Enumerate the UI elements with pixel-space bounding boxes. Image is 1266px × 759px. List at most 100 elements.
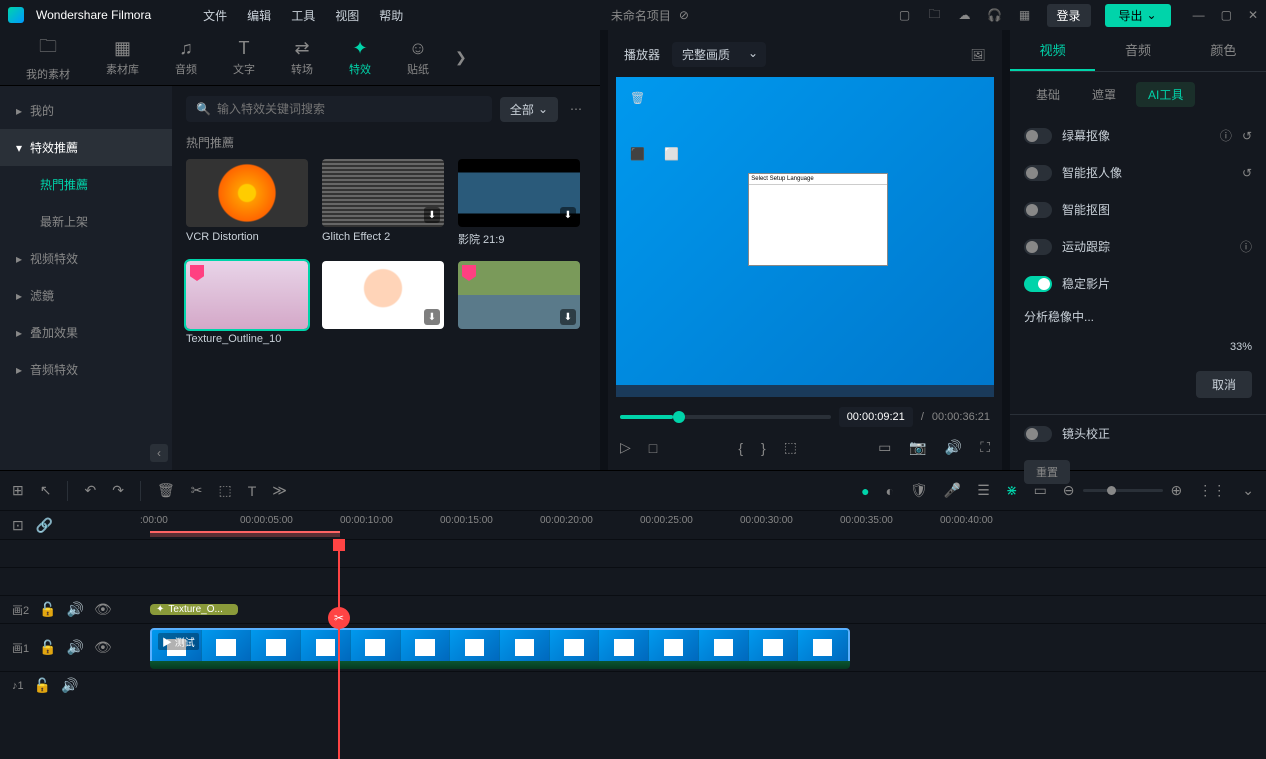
ai-button[interactable]: ● [861, 483, 869, 499]
device-icon[interactable]: ▢ [897, 7, 913, 23]
playhead-cut-button[interactable]: ✂ [328, 607, 350, 629]
sidebar-item-recommend[interactable]: ▾特效推薦 [0, 129, 172, 166]
shield-icon[interactable]: 🛡 [910, 482, 928, 499]
tab-audio[interactable]: ♫音频 [157, 32, 215, 83]
tab-text[interactable]: T文字 [215, 32, 273, 83]
tab-audio-props[interactable]: 音频 [1095, 30, 1180, 71]
tab-transition[interactable]: ⇄转场 [273, 32, 331, 83]
sidebar-item-video-fx[interactable]: ▸视频特效 [0, 240, 172, 277]
expand-icon[interactable]: ⌄ [1242, 482, 1254, 499]
menu-tools[interactable]: 工具 [291, 7, 315, 24]
reset-icon[interactable]: ↺ [1242, 166, 1252, 180]
preview-viewport[interactable]: 🗑 ⬛ ⬜ Select Setup Language [616, 77, 994, 397]
toggle-stabilize[interactable] [1024, 276, 1052, 292]
maximize-button[interactable]: ▢ [1221, 8, 1232, 22]
toggle-smart-cutout[interactable] [1024, 165, 1052, 181]
toggle-motion-tracking[interactable] [1024, 239, 1052, 255]
crop-button[interactable]: ⬚ [218, 482, 231, 499]
lock-icon[interactable]: 🔓 [39, 639, 56, 656]
filter-all-button[interactable]: 全部⌄ [500, 97, 558, 122]
playhead[interactable]: ✂ [338, 539, 340, 759]
track-audio-body[interactable] [140, 672, 1266, 699]
timeline-ruler[interactable]: :00:00 00:00:05:00 00:00:10:00 00:00:15:… [140, 511, 1266, 539]
cloud-icon[interactable]: ☁ [957, 7, 973, 23]
snapshot-icon[interactable]: 🖼 [970, 47, 986, 63]
effect-card[interactable]: ⬇影院 21:9 [458, 159, 580, 247]
magnet-icon[interactable]: ⋇ [1006, 482, 1018, 499]
download-icon[interactable]: ⬇ [424, 207, 440, 223]
marker-icon[interactable]: ▭ [1034, 482, 1047, 499]
track-video-body[interactable]: ▶ 测试 [140, 624, 1266, 671]
zoom-out-button[interactable]: ⊖ [1063, 482, 1075, 499]
volume-icon[interactable]: 🔊 [945, 439, 962, 456]
speed-icon[interactable]: ◐ [886, 483, 894, 499]
save-icon[interactable]: 🗀 [927, 7, 943, 23]
sidebar-sub-popular[interactable]: 热門推薦 [0, 166, 172, 203]
effect-card[interactable]: VCR Distortion [186, 159, 308, 247]
effect-card[interactable]: ⬇Glitch Effect 2 [322, 159, 444, 247]
undo-button[interactable]: ↶ [84, 482, 96, 499]
tab-stock[interactable]: ▦素材库 [88, 32, 157, 83]
login-button[interactable]: 登录 [1047, 4, 1091, 27]
settings-icon[interactable]: ⋮⋮ [1198, 482, 1226, 499]
playback-scrubber[interactable] [620, 415, 831, 419]
fx-clip[interactable]: ✦Texture_O... [150, 604, 238, 615]
zoom-in-button[interactable]: ⊕ [1171, 482, 1183, 499]
mic-icon[interactable]: 🎤 [944, 482, 961, 499]
toggle-chroma-key[interactable] [1024, 128, 1052, 144]
effect-card[interactable]: ⬇ [322, 261, 444, 345]
download-icon[interactable]: ⬇ [560, 207, 576, 223]
subtab-mask[interactable]: 遮罩 [1080, 82, 1128, 107]
visibility-icon[interactable]: 👁 [94, 639, 112, 656]
mute-icon[interactable]: 🔊 [67, 639, 84, 656]
playhead-handle[interactable] [333, 539, 345, 551]
reset-icon[interactable]: ↺ [1242, 129, 1252, 143]
tab-stickers[interactable]: ☺贴纸 [389, 32, 447, 83]
visibility-icon[interactable]: 👁 [94, 601, 112, 618]
download-icon[interactable]: ⬇ [560, 309, 576, 325]
pointer-icon[interactable]: ↖ [40, 482, 52, 499]
download-icon[interactable]: ⬇ [424, 309, 440, 325]
export-button[interactable]: 导出⌄ [1105, 4, 1171, 27]
headphone-icon[interactable]: 🎧 [987, 7, 1003, 23]
search-input[interactable] [217, 102, 482, 116]
delete-button[interactable]: 🗑 [157, 482, 175, 499]
effect-card[interactable]: ⬇ [458, 261, 580, 345]
tab-color-props[interactable]: 颜色 [1181, 30, 1266, 71]
minimize-button[interactable]: — [1193, 8, 1205, 22]
menu-view[interactable]: 视图 [335, 7, 359, 24]
tab-effects[interactable]: ✦特效 [331, 32, 389, 83]
toggle-lens-correction[interactable] [1024, 426, 1052, 442]
search-box[interactable]: 🔍 [186, 96, 492, 122]
sidebar-item-overlay[interactable]: ▸叠加效果 [0, 314, 172, 351]
info-icon[interactable]: ⓘ [1220, 127, 1232, 144]
mark-in-icon[interactable]: { [738, 440, 743, 456]
effect-card[interactable]: Texture_Outline_10 [186, 261, 308, 345]
mute-icon[interactable]: 🔊 [61, 677, 78, 694]
menu-file[interactable]: 文件 [203, 7, 227, 24]
layout-icon[interactable]: ⊞ [12, 482, 24, 499]
list-icon[interactable]: ☰ [977, 482, 990, 499]
zoom-slider[interactable] [1083, 489, 1163, 492]
track-fx-body[interactable]: ✦Texture_O... [140, 596, 1266, 623]
lock-icon[interactable]: 🔓 [39, 601, 56, 618]
menu-edit[interactable]: 编辑 [247, 7, 271, 24]
mark-out-icon[interactable]: } [761, 440, 766, 456]
camera-icon[interactable]: 📷 [909, 439, 926, 456]
stop-button[interactable]: □ [649, 440, 657, 456]
more-options-button[interactable]: ⋯ [566, 102, 586, 116]
display-icon[interactable]: ▭ [878, 439, 891, 456]
sidebar-sub-latest[interactable]: 最新上架 [0, 203, 172, 240]
sidebar-item-mine[interactable]: ▸我的 [0, 92, 172, 129]
mute-icon[interactable]: 🔊 [67, 601, 84, 618]
quality-select[interactable]: 完整画质 [672, 42, 766, 67]
more-tools-button[interactable]: ≫ [272, 482, 287, 499]
tab-video-props[interactable]: 视频 [1010, 30, 1095, 71]
info-icon[interactable]: ⓘ [1240, 238, 1252, 255]
ratio-icon[interactable]: ⬚ [784, 439, 797, 456]
cut-button[interactable]: ✂ [191, 482, 203, 499]
play-button[interactable]: ▷ [620, 439, 631, 456]
subtab-basic[interactable]: 基础 [1024, 82, 1072, 107]
link-icon[interactable]: 🔗 [36, 517, 53, 534]
sidebar-item-audio-fx[interactable]: ▸音频特效 [0, 351, 172, 388]
